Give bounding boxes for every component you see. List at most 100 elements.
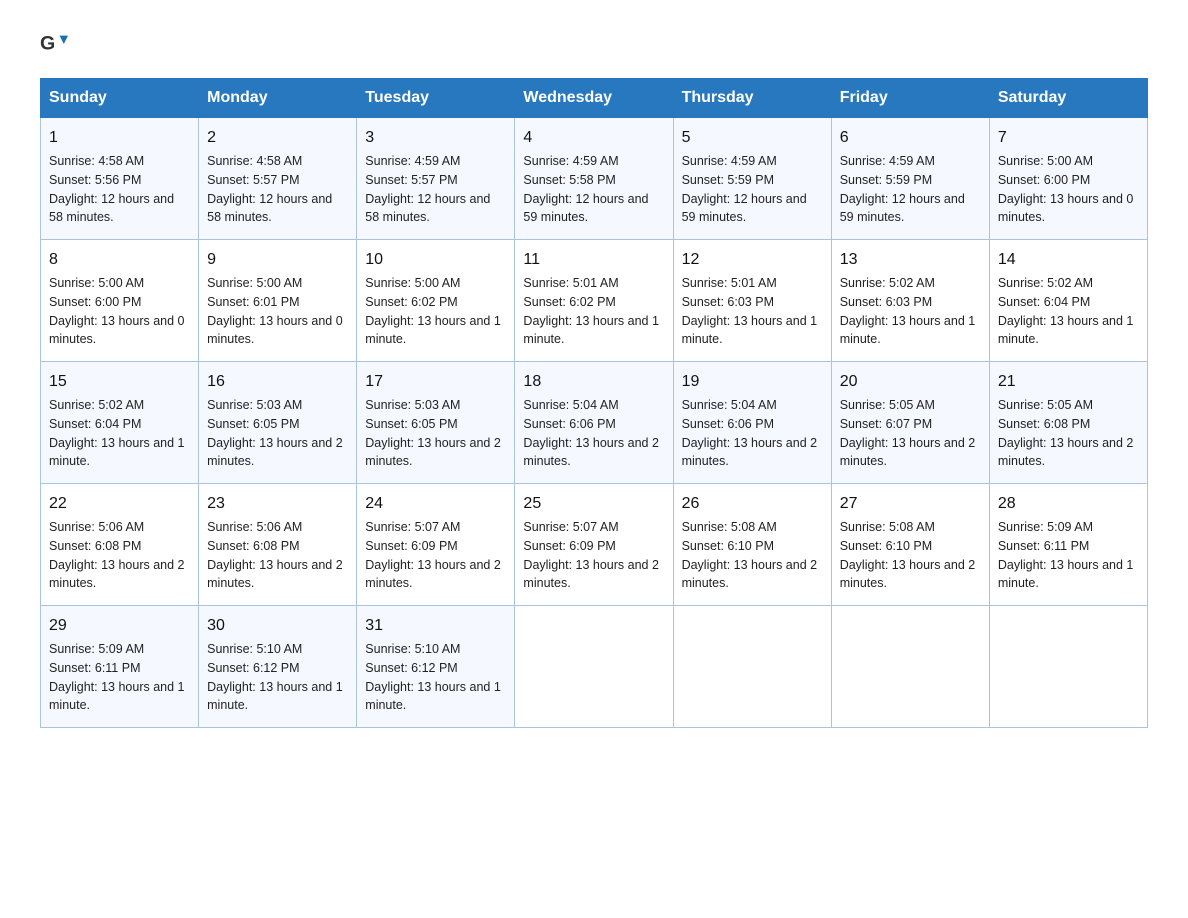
daylight-info: Daylight: 12 hours and 58 minutes. — [49, 192, 174, 225]
calendar-cell: 21Sunrise: 5:05 AMSunset: 6:08 PMDayligh… — [989, 362, 1147, 484]
sunset-info: Sunset: 6:02 PM — [365, 295, 457, 309]
calendar-table: SundayMondayTuesdayWednesdayThursdayFrid… — [40, 78, 1148, 728]
daylight-info: Daylight: 12 hours and 58 minutes. — [365, 192, 490, 225]
weekday-header-sunday: Sunday — [41, 79, 199, 118]
day-number: 5 — [682, 126, 823, 150]
day-number: 22 — [49, 492, 190, 516]
calendar-cell — [515, 606, 673, 728]
sunset-info: Sunset: 6:01 PM — [207, 295, 299, 309]
sunrise-info: Sunrise: 5:08 AM — [840, 520, 935, 534]
sunset-info: Sunset: 6:11 PM — [998, 539, 1090, 553]
day-number: 14 — [998, 248, 1139, 272]
day-number: 26 — [682, 492, 823, 516]
daylight-info: Daylight: 13 hours and 2 minutes. — [682, 436, 818, 469]
day-number: 25 — [523, 492, 664, 516]
calendar-cell: 26Sunrise: 5:08 AMSunset: 6:10 PMDayligh… — [673, 484, 831, 606]
day-number: 31 — [365, 614, 506, 638]
day-number: 21 — [998, 370, 1139, 394]
sunrise-info: Sunrise: 5:00 AM — [365, 276, 460, 290]
day-number: 17 — [365, 370, 506, 394]
sunrise-info: Sunrise: 4:58 AM — [49, 154, 144, 168]
calendar-cell: 2Sunrise: 4:58 AMSunset: 5:57 PMDaylight… — [199, 118, 357, 240]
calendar-cell: 20Sunrise: 5:05 AMSunset: 6:07 PMDayligh… — [831, 362, 989, 484]
day-number: 13 — [840, 248, 981, 272]
sunset-info: Sunset: 6:03 PM — [682, 295, 774, 309]
daylight-info: Daylight: 13 hours and 1 minute. — [998, 558, 1134, 591]
sunrise-info: Sunrise: 5:06 AM — [207, 520, 302, 534]
daylight-info: Daylight: 13 hours and 2 minutes. — [682, 558, 818, 591]
sunrise-info: Sunrise: 5:05 AM — [998, 398, 1093, 412]
calendar-cell: 25Sunrise: 5:07 AMSunset: 6:09 PMDayligh… — [515, 484, 673, 606]
calendar-cell: 30Sunrise: 5:10 AMSunset: 6:12 PMDayligh… — [199, 606, 357, 728]
calendar-week-4: 22 Sunrise: 5:06 AM Sunset: 6:08 PM Dayligh… — [41, 484, 1148, 606]
calendar-header: SundayMondayTuesdayWednesdayThursdayFrid… — [41, 79, 1148, 118]
daylight-info: Daylight: 12 hours and 59 minutes. — [840, 192, 965, 225]
calendar-cell: 22 Sunrise: 5:06 AM Sunset: 6:08 PM Dayligh… — [41, 484, 199, 606]
sunrise-info: Sunrise: 4:59 AM — [840, 154, 935, 168]
sunrise-info: Sunrise: 5:02 AM — [840, 276, 935, 290]
calendar-cell: 13Sunrise: 5:02 AMSunset: 6:03 PMDayligh… — [831, 240, 989, 362]
daylight-info: Daylight: 13 hours and 2 minutes. — [365, 558, 501, 591]
logo: G — [40, 30, 74, 58]
weekday-header-thursday: Thursday — [673, 79, 831, 118]
day-number: 2 — [207, 126, 348, 150]
sunset-info: Sunset: 5:58 PM — [523, 173, 615, 187]
sunset-info: Sunset: 6:02 PM — [523, 295, 615, 309]
sunset-info: Sunset: 6:04 PM — [49, 417, 141, 431]
calendar-cell: 31Sunrise: 5:10 AMSunset: 6:12 PMDayligh… — [357, 606, 515, 728]
day-number: 15 — [49, 370, 190, 394]
weekday-header-saturday: Saturday — [989, 79, 1147, 118]
day-number: 29 — [49, 614, 190, 638]
daylight-info: Daylight: 13 hours and 1 minute. — [840, 314, 976, 347]
daylight-info: Daylight: 13 hours and 2 minutes. — [207, 436, 343, 469]
calendar-cell: 24Sunrise: 5:07 AMSunset: 6:09 PMDayligh… — [357, 484, 515, 606]
sunrise-info: Sunrise: 5:04 AM — [523, 398, 618, 412]
sunset-info: Sunset: 6:09 PM — [365, 539, 457, 553]
daylight-info: Daylight: 13 hours and 1 minute. — [682, 314, 818, 347]
sunset-info: Sunset: 6:12 PM — [207, 661, 299, 675]
sunset-info: Sunset: 6:08 PM — [49, 539, 141, 553]
calendar-cell: 16Sunrise: 5:03 AMSunset: 6:05 PMDayligh… — [199, 362, 357, 484]
day-number: 12 — [682, 248, 823, 272]
calendar-cell: 27Sunrise: 5:08 AMSunset: 6:10 PMDayligh… — [831, 484, 989, 606]
calendar-cell: 10Sunrise: 5:00 AMSunset: 6:02 PMDayligh… — [357, 240, 515, 362]
calendar-cell: 8Sunrise: 5:00 AMSunset: 6:00 PMDaylight… — [41, 240, 199, 362]
sunrise-info: Sunrise: 5:10 AM — [207, 642, 302, 656]
page-header: G — [40, 30, 1148, 58]
sunset-info: Sunset: 5:59 PM — [682, 173, 774, 187]
calendar-week-3: 15Sunrise: 5:02 AMSunset: 6:04 PMDayligh… — [41, 362, 1148, 484]
calendar-cell: 6Sunrise: 4:59 AMSunset: 5:59 PMDaylight… — [831, 118, 989, 240]
day-number: 3 — [365, 126, 506, 150]
daylight-info: Daylight: 13 hours and 0 minutes. — [49, 314, 185, 347]
sunrise-info: Sunrise: 4:59 AM — [523, 154, 618, 168]
sunrise-info: Sunrise: 4:58 AM — [207, 154, 302, 168]
sunrise-info: Sunrise: 5:09 AM — [49, 642, 144, 656]
calendar-cell: 17Sunrise: 5:03 AMSunset: 6:05 PMDayligh… — [357, 362, 515, 484]
daylight-info: Daylight: 13 hours and 2 minutes. — [49, 558, 185, 591]
day-number: 27 — [840, 492, 981, 516]
day-number: 28 — [998, 492, 1139, 516]
day-number: 30 — [207, 614, 348, 638]
calendar-cell: 4Sunrise: 4:59 AMSunset: 5:58 PMDaylight… — [515, 118, 673, 240]
calendar-cell: 15Sunrise: 5:02 AMSunset: 6:04 PMDayligh… — [41, 362, 199, 484]
sunrise-info: Sunrise: 5:05 AM — [840, 398, 935, 412]
sunset-info: Sunset: 6:08 PM — [207, 539, 299, 553]
calendar-cell: 9Sunrise: 5:00 AMSunset: 6:01 PMDaylight… — [199, 240, 357, 362]
weekday-header-row: SundayMondayTuesdayWednesdayThursdayFrid… — [41, 79, 1148, 118]
sunset-info: Sunset: 6:06 PM — [523, 417, 615, 431]
sunrise-info: Sunrise: 5:00 AM — [998, 154, 1093, 168]
daylight-info: Daylight: 12 hours and 59 minutes. — [682, 192, 807, 225]
daylight-info: Daylight: 13 hours and 0 minutes. — [998, 192, 1134, 225]
sunset-info: Sunset: 6:11 PM — [49, 661, 141, 675]
svg-text:G: G — [40, 33, 55, 55]
day-number: 10 — [365, 248, 506, 272]
sunset-info: Sunset: 6:10 PM — [682, 539, 774, 553]
daylight-info: Daylight: 13 hours and 1 minute. — [49, 680, 185, 713]
sunrise-info: Sunrise: 5:03 AM — [365, 398, 460, 412]
calendar-cell: 23Sunrise: 5:06 AMSunset: 6:08 PMDayligh… — [199, 484, 357, 606]
day-number: 7 — [998, 126, 1139, 150]
sunrise-info: Sunrise: 5:07 AM — [523, 520, 618, 534]
sunrise-info: Sunrise: 5:06 AM — [49, 520, 144, 534]
calendar-cell: 18Sunrise: 5:04 AMSunset: 6:06 PMDayligh… — [515, 362, 673, 484]
daylight-info: Daylight: 13 hours and 1 minute. — [365, 680, 501, 713]
